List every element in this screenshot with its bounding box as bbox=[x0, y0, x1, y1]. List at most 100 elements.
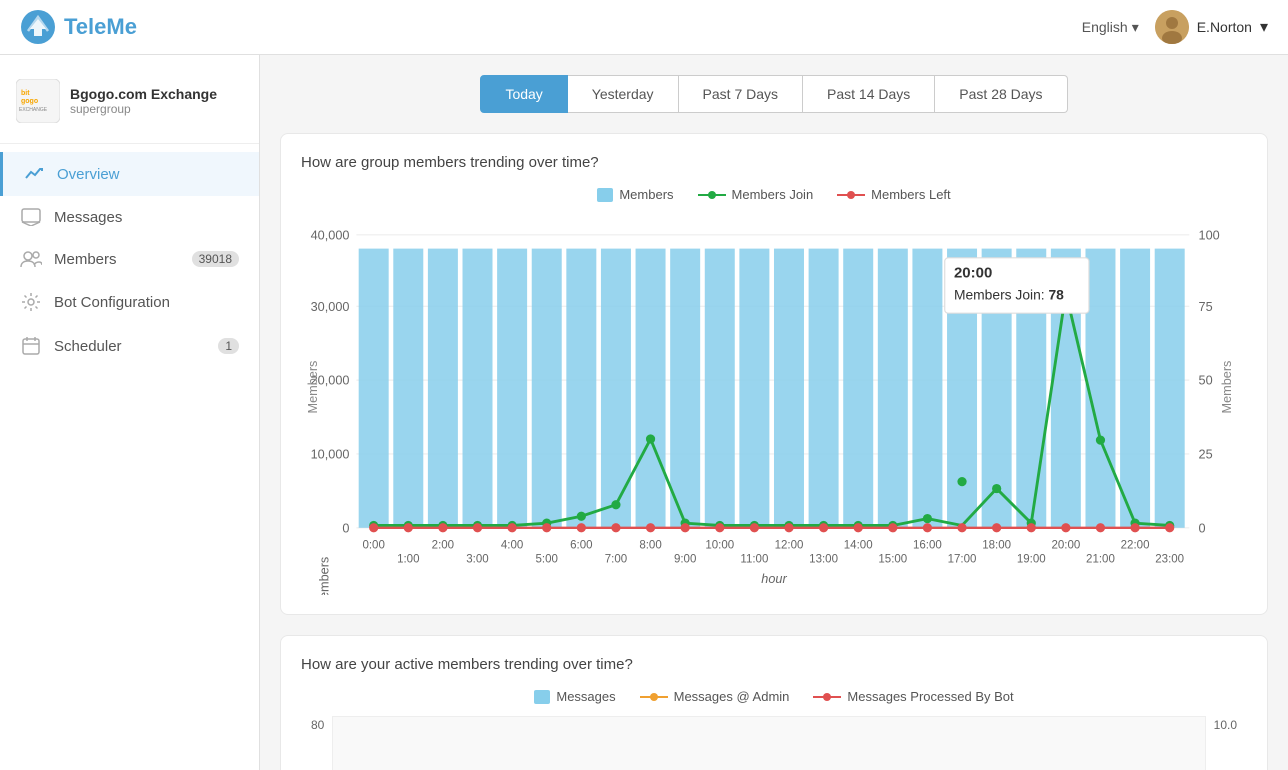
members-trend-card: How are group members trending over time… bbox=[280, 133, 1268, 615]
svg-text:Members Join: 78: Members Join: 78 bbox=[954, 286, 1064, 302]
sidebar-item-label-bot-configuration: Bot Configuration bbox=[54, 294, 170, 311]
svg-text:4:00: 4:00 bbox=[501, 540, 523, 552]
logo-text: TeleMe bbox=[64, 14, 137, 40]
svg-text:20:00: 20:00 bbox=[1051, 540, 1080, 552]
legend-members-label: Members bbox=[619, 187, 673, 202]
chart2-title: How are your active members trending ove… bbox=[301, 656, 1247, 673]
chart1-svg: 40,000 30,000 20,000 10,000 0 100 75 50 … bbox=[301, 214, 1247, 595]
members-icon bbox=[20, 250, 42, 268]
svg-text:23:00: 23:00 bbox=[1155, 553, 1184, 565]
user-name: E.Norton bbox=[1197, 19, 1252, 35]
active-members-card: How are your active members trending ove… bbox=[280, 635, 1268, 770]
tab-past28[interactable]: Past 28 Days bbox=[935, 75, 1067, 113]
svg-text:100: 100 bbox=[1199, 228, 1220, 242]
chart2-legend: Messages Messages @ Admin Messages Proce… bbox=[301, 689, 1247, 704]
chart2-y-labels: 80 10.0 bbox=[301, 716, 1247, 770]
svg-text:bit: bit bbox=[21, 90, 30, 97]
scheduler-badge: 1 bbox=[218, 338, 239, 354]
messages-icon bbox=[20, 208, 42, 226]
sidebar-item-label-scheduler: Scheduler bbox=[54, 338, 122, 355]
svg-text:14:00: 14:00 bbox=[844, 540, 873, 552]
svg-text:15:00: 15:00 bbox=[878, 553, 907, 565]
tab-past7[interactable]: Past 7 Days bbox=[679, 75, 803, 113]
content-area: Today Yesterday Past 7 Days Past 14 Days… bbox=[260, 55, 1288, 770]
chart2-y-right: 10.0 bbox=[1206, 716, 1237, 732]
svg-text:5:00: 5:00 bbox=[536, 553, 558, 565]
svg-text:7:00: 7:00 bbox=[605, 553, 627, 565]
chart1-container: 40,000 30,000 20,000 10,000 0 100 75 50 … bbox=[301, 214, 1247, 594]
logo-area: TeleMe bbox=[20, 9, 137, 45]
legend-messages-label: Messages bbox=[556, 689, 615, 704]
legend-messages: Messages bbox=[534, 689, 615, 704]
svg-text:25: 25 bbox=[1199, 448, 1213, 462]
sidebar-item-messages[interactable]: Messages bbox=[0, 196, 259, 238]
tab-yesterday[interactable]: Yesterday bbox=[568, 75, 679, 113]
nav-menu: Overview Messages Members 39018 bbox=[0, 144, 259, 368]
sidebar-item-label-overview: Overview bbox=[57, 166, 120, 183]
header-right: English ▾ E.Norton ▾ bbox=[1082, 10, 1268, 44]
legend-messages-admin: Messages @ Admin bbox=[640, 689, 790, 704]
svg-text:0: 0 bbox=[342, 521, 349, 535]
sidebar-item-label-members: Members bbox=[54, 251, 117, 268]
sidebar-item-overview[interactable]: Overview bbox=[0, 152, 259, 196]
scheduler-icon bbox=[20, 336, 42, 356]
svg-text:13:00: 13:00 bbox=[809, 553, 838, 565]
bot-config-icon bbox=[20, 292, 42, 312]
legend-messages-box bbox=[534, 690, 550, 704]
svg-text:6:00: 6:00 bbox=[570, 540, 592, 552]
sidebar-item-label-messages: Messages bbox=[54, 209, 122, 226]
svg-text:19:00: 19:00 bbox=[1017, 553, 1046, 565]
sidebar-item-scheduler[interactable]: Scheduler 1 bbox=[0, 324, 259, 368]
members-badge: 39018 bbox=[192, 251, 239, 267]
legend-admin-label: Messages @ Admin bbox=[674, 689, 790, 704]
logo-icon bbox=[20, 9, 56, 45]
group-logo: bit gogo EXCHANGE bbox=[16, 79, 60, 123]
svg-text:40,000: 40,000 bbox=[311, 228, 350, 242]
svg-text:11:00: 11:00 bbox=[740, 553, 768, 565]
group-name: Bgogo.com Exchange bbox=[70, 86, 217, 102]
language-selector[interactable]: English ▾ bbox=[1082, 19, 1139, 36]
svg-text:10:00: 10:00 bbox=[705, 540, 734, 552]
svg-text:10,000: 10,000 bbox=[311, 448, 350, 462]
sidebar-item-bot-configuration[interactable]: Bot Configuration bbox=[0, 280, 259, 324]
svg-text:hour: hour bbox=[761, 572, 787, 586]
lang-label: English bbox=[1082, 19, 1128, 35]
svg-text:1:00: 1:00 bbox=[397, 553, 419, 565]
svg-text:75: 75 bbox=[1199, 300, 1213, 314]
svg-text:17:00: 17:00 bbox=[948, 553, 977, 565]
group-info: bit gogo EXCHANGE Bgogo.com Exchange sup… bbox=[0, 67, 259, 144]
svg-text:2:00: 2:00 bbox=[432, 540, 454, 552]
legend-members-join: Members Join bbox=[698, 187, 814, 202]
group-details: Bgogo.com Exchange supergroup bbox=[70, 86, 217, 116]
chevron-down-icon: ▾ bbox=[1132, 19, 1139, 36]
legend-members: Members bbox=[597, 187, 673, 202]
legend-bot-line-icon bbox=[813, 690, 841, 704]
legend-left-line-icon bbox=[837, 188, 865, 202]
svg-text:EXCHANGE: EXCHANGE bbox=[19, 107, 48, 113]
chart1-title: How are group members trending over time… bbox=[301, 154, 1247, 171]
svg-text:20:00: 20:00 bbox=[954, 264, 992, 281]
svg-text:12:00: 12:00 bbox=[775, 540, 804, 552]
svg-text:50: 50 bbox=[1199, 374, 1213, 388]
tab-today[interactable]: Today bbox=[480, 75, 567, 113]
sidebar: bit gogo EXCHANGE Bgogo.com Exchange sup… bbox=[0, 55, 260, 770]
svg-text:16:00: 16:00 bbox=[913, 540, 942, 552]
tab-past14[interactable]: Past 14 Days bbox=[803, 75, 935, 113]
sidebar-item-members[interactable]: Members 39018 bbox=[0, 238, 259, 280]
chart1-legend: Members Members Join Members Left bbox=[301, 187, 1247, 202]
user-area[interactable]: E.Norton ▾ bbox=[1155, 10, 1268, 44]
header: TeleMe English ▾ E.Norton ▾ bbox=[0, 0, 1288, 55]
time-period-tabs: Today Yesterday Past 7 Days Past 14 Days… bbox=[280, 75, 1268, 113]
svg-text:3:00: 3:00 bbox=[466, 553, 488, 565]
legend-admin-line-icon bbox=[640, 690, 668, 704]
svg-text:21:00: 21:00 bbox=[1086, 553, 1115, 565]
group-type: supergroup bbox=[70, 102, 217, 116]
user-chevron-icon: ▾ bbox=[1260, 17, 1268, 37]
legend-join-label: Members Join bbox=[732, 187, 814, 202]
svg-text:30,000: 30,000 bbox=[311, 300, 350, 314]
main-layout: bit gogo EXCHANGE Bgogo.com Exchange sup… bbox=[0, 55, 1288, 770]
legend-messages-bot: Messages Processed By Bot bbox=[813, 689, 1013, 704]
legend-members-left: Members Left bbox=[837, 187, 950, 202]
legend-join-line-icon bbox=[698, 188, 726, 202]
svg-text:Members: Members bbox=[318, 557, 332, 595]
